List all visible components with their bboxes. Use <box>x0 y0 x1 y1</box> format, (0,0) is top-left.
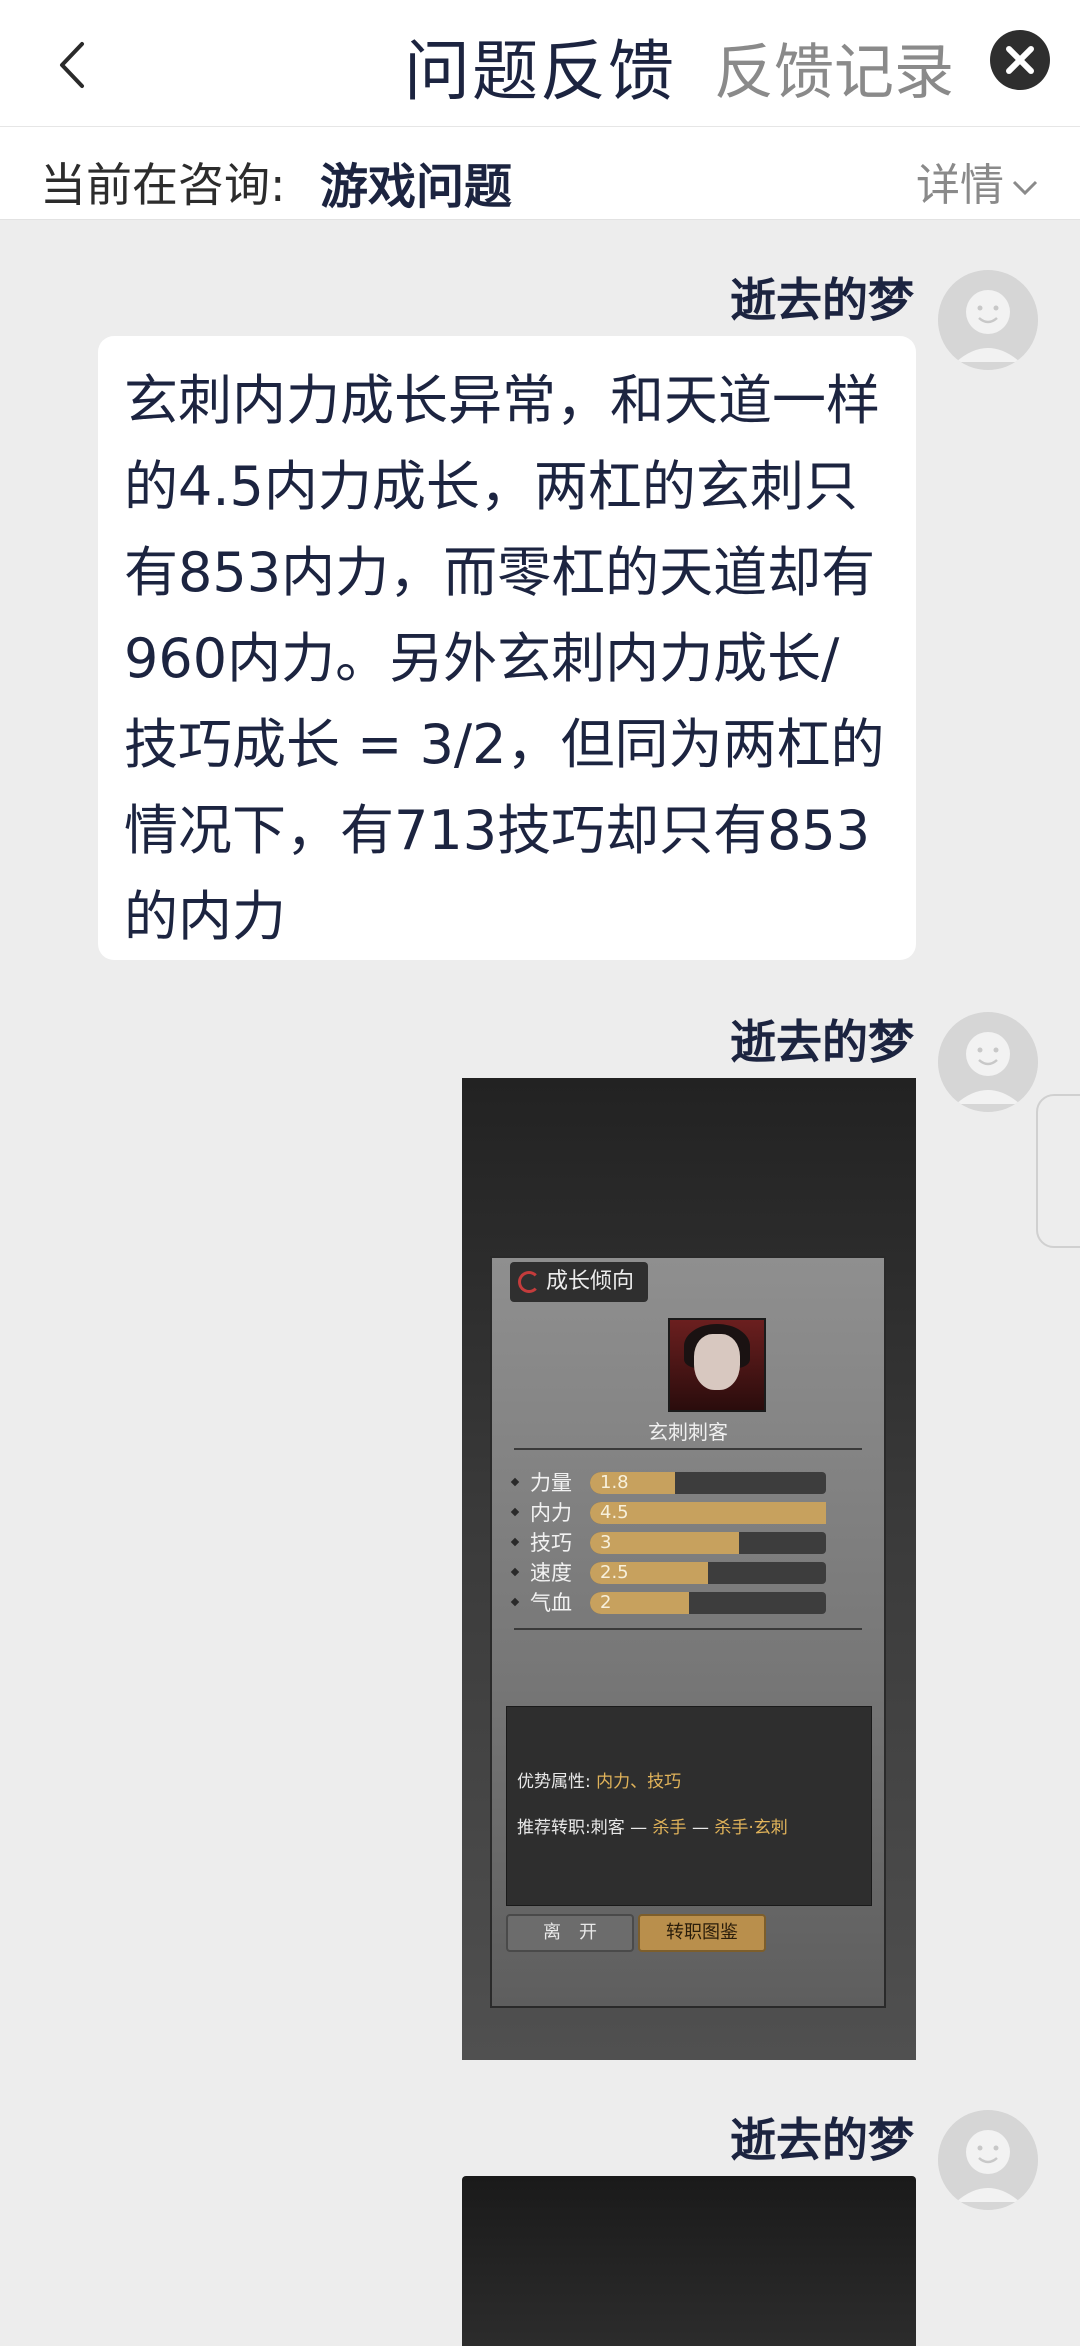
stat-row: 气血 2 <box>510 1588 872 1618</box>
path-label: 推荐转职: <box>517 1818 591 1838</box>
details-label: 详情 <box>916 160 1004 211</box>
path-step: 杀手·玄刺 <box>714 1818 788 1838</box>
class-name: 玄刺刺客 <box>648 1420 728 1444</box>
stat-value: 2.5 <box>600 1562 629 1583</box>
stat-row: 速度 2.5 <box>510 1558 872 1588</box>
advantage-line: 优势属性: 内力、技巧 <box>517 1767 681 1792</box>
portrait-face <box>694 1334 740 1390</box>
details-button[interactable]: 详情 <box>916 149 1040 213</box>
stat-value: 3 <box>600 1532 612 1553</box>
user-avatar-icon <box>938 2110 1038 2210</box>
consult-topic: 游戏问题 <box>320 159 513 215</box>
avatar[interactable] <box>938 270 1038 370</box>
stat-value: 4.5 <box>600 1502 629 1523</box>
stat-fill <box>590 1532 739 1554</box>
stat-label: 内力 <box>530 1501 572 1525</box>
stat-bar: 2 <box>590 1592 826 1614</box>
stat-bar: 1.8 <box>590 1472 826 1494</box>
leave-button: 离 开 <box>506 1914 634 1952</box>
panel-title: 成长倾向 <box>510 1262 649 1302</box>
path-separator: — <box>630 1818 648 1838</box>
message-text: 玄刺内力成长异常，和天道一样的4.5内力成长，两杠的玄刺只有853内力，而零杠的… <box>124 369 885 948</box>
message-image[interactable] <box>462 2176 916 2346</box>
bullet-icon <box>510 1597 520 1607</box>
user-avatar-icon <box>938 270 1038 370</box>
divider <box>514 1628 862 1630</box>
message-image[interactable]: 成长倾向 玄刺刺客 力量 1.8 内力 4.5 技巧 3 速度 2.5 气血 2… <box>462 1078 916 2060</box>
stat-label: 力量 <box>530 1471 572 1495</box>
stat-row: 技巧 3 <box>510 1528 872 1558</box>
sender-name: 逝去的梦 <box>730 2113 914 2167</box>
bullet-icon <box>510 1537 520 1547</box>
bullet-icon <box>510 1507 520 1517</box>
side-drawer-handle[interactable] <box>1036 1094 1080 1248</box>
consult-bar: 当前在咨询: 游戏问题 详情 <box>0 127 1080 220</box>
divider <box>514 1448 862 1450</box>
stat-value: 1.8 <box>600 1472 629 1493</box>
feedback-records-link[interactable]: 反馈记录 <box>714 24 954 111</box>
stat-row: 力量 1.8 <box>510 1468 872 1498</box>
bullet-icon <box>510 1567 520 1577</box>
sender-name: 逝去的梦 <box>730 1015 914 1069</box>
path-separator: — <box>691 1818 709 1838</box>
character-portrait <box>668 1318 766 1412</box>
advantage-label: 优势属性: <box>517 1772 591 1792</box>
stat-bar: 2.5 <box>590 1562 826 1584</box>
chevron-down-icon <box>1012 180 1038 196</box>
stat-row: 内力 4.5 <box>510 1498 872 1528</box>
message-bubble: 玄刺内力成长异常，和天道一样的4.5内力成长，两杠的玄刺只有853内力，而零杠的… <box>98 336 916 960</box>
path-step: 杀手 <box>652 1818 687 1838</box>
stat-bar: 3 <box>590 1532 826 1554</box>
advantage-value: 内力、技巧 <box>596 1772 682 1792</box>
career-path-line: 推荐转职:刺客 — 杀手 — 杀手·玄刺 <box>517 1813 788 1838</box>
top-bar: 问题反馈 反馈记录 <box>0 0 1080 127</box>
stat-label: 气血 <box>530 1591 572 1615</box>
consult-label: 当前在咨询: <box>40 158 286 212</box>
info-box: 优势属性: 内力、技巧 推荐转职:刺客 — 杀手 — 杀手·玄刺 <box>506 1706 872 1906</box>
avatar[interactable] <box>938 2110 1038 2210</box>
stat-bar: 4.5 <box>590 1502 826 1524</box>
stat-label: 技巧 <box>530 1531 572 1555</box>
panel-emblem-icon <box>518 1271 540 1293</box>
bullet-icon <box>510 1477 520 1487</box>
close-icon[interactable] <box>990 30 1050 90</box>
panel-title-text: 成长倾向 <box>546 1269 635 1294</box>
avatar[interactable] <box>938 1012 1038 1112</box>
growth-panel: 成长倾向 玄刺刺客 力量 1.8 内力 4.5 技巧 3 速度 2.5 气血 2… <box>490 1256 886 2008</box>
path-step: 刺客 <box>590 1818 625 1838</box>
stat-label: 速度 <box>530 1561 572 1585</box>
codex-button: 转职图鉴 <box>638 1914 766 1952</box>
user-avatar-icon <box>938 1012 1038 1112</box>
sender-name: 逝去的梦 <box>730 273 914 327</box>
stat-value: 2 <box>600 1592 612 1613</box>
